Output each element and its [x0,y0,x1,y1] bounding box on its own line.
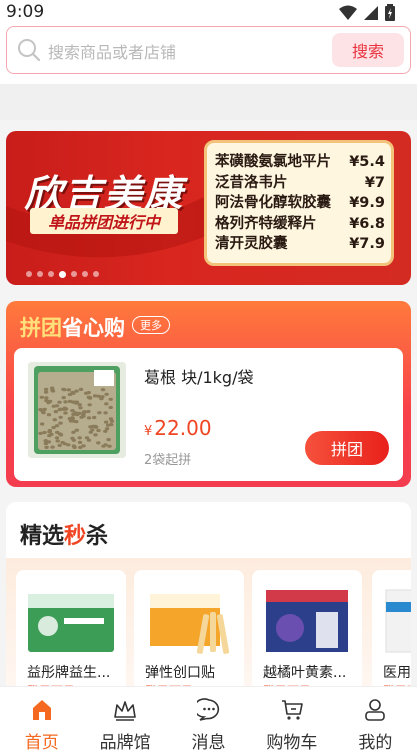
spacer [0,84,417,120]
message-icon [196,698,219,721]
flash-sale-section: 精选秒杀 益彤牌益生... 登录可见 弹性创口贴 登录可见 越橘叶黄素... 登… [6,502,411,692]
user-icon [365,699,386,721]
flash-item-name: 越橘叶黄素... [263,665,347,681]
pagination-dot[interactable] [37,271,43,277]
price-value: 22.00 [154,416,212,440]
product-name: 葛根 块/1kg/袋 [144,368,254,387]
bottom-nav: 首页 品牌馆 消息 购物车 我的 [0,686,417,756]
header: 搜索商品或者店铺 搜索 [0,26,417,84]
banner-pagination [26,271,99,278]
status-bar: 9:09 [0,0,417,26]
pagination-dot[interactable] [32,467,38,473]
nav-home[interactable]: 首页 [0,687,83,756]
pagination-dot[interactable] [43,467,49,473]
group-buy-section: 拼团省心购 更多 葛根 块/1kg/袋 ¥22.00 2袋起拼 拼团 [6,301,411,487]
pagination-dot[interactable] [54,467,60,473]
flash-sale-item[interactable]: 弹性创口贴 登录可见 [134,570,244,692]
search-icon [18,39,41,62]
banner-subtitle: 单品拼团进行中 [30,208,178,234]
flash-item-name: 医用 [383,665,411,681]
flash-title-part: 精选 [20,524,65,549]
promo-banner[interactable]: 欣吉美康 单品拼团进行中 苯磺酸氨氯地平片 ¥5.4 泛昔洛韦片 ¥7 阿法骨化醇软… [6,131,411,285]
flash-sale-item[interactable]: 医用 登录可见 [372,570,411,692]
drug-price: ¥5.4 [349,154,385,170]
nav-messages[interactable]: 消息 [167,687,250,756]
group-buy-pagination [20,467,71,474]
pagination-dot[interactable] [59,271,66,278]
product-price: ¥22.00 [144,416,212,440]
signal-icon [364,5,378,20]
nav-home-label: 首页 [24,733,59,753]
group-buy-title: 拼团省心购 [20,312,125,342]
flash-sale-item[interactable]: 益彤牌益生... 登录可见 [16,570,126,692]
flash-title-part: 杀 [86,524,109,549]
search-button[interactable]: 搜索 [332,33,404,67]
flash-sale-title: 精选秒杀 [20,518,108,550]
pagination-dot[interactable] [48,271,54,277]
nav-profile[interactable]: 我的 [334,687,417,756]
cart-icon [281,700,303,720]
pagination-dot[interactable] [20,467,27,474]
nav-brand-hall[interactable]: 品牌馆 [83,687,166,756]
drug-price: ¥9.9 [349,195,385,211]
probiotic-box-image [28,594,114,652]
currency-symbol: ¥ [144,424,153,439]
nav-cart[interactable]: 购物车 [250,687,333,756]
pagination-dot[interactable] [26,271,32,277]
banner-drug-row: 格列齐特缓释片 ¥6.8 [215,214,385,235]
medical-box-image [385,589,411,653]
drug-name: 格列齐特缓释片 [215,215,317,232]
flash-item-name: 益彤牌益生... [27,665,111,681]
flash-title-highlight: 秒 [64,524,87,549]
group-buy-title-rest: 省心购 [62,316,125,340]
search-placeholder: 搜索商品或者店铺 [48,43,177,62]
product-image [28,362,126,458]
drug-price: ¥7.9 [349,236,385,252]
pagination-dot[interactable] [82,271,88,277]
drug-name: 苯磺酸氨氯地平片 [215,154,331,170]
banner-drug-row: 苯磺酸氨氯地平片 ¥5.4 [215,152,385,173]
banner-drug-row: 阿法骨化醇软胶囊 ¥9.9 [215,193,385,214]
drug-name: 清开灵胶囊 [215,236,288,252]
pagination-dot[interactable] [65,467,71,473]
battery-icon [385,4,395,21]
status-time: 9:09 [6,2,45,22]
bandage-box-image [150,594,230,654]
lutein-box-image [266,590,348,652]
join-group-button[interactable]: 拼团 [305,431,389,465]
banner-drug-row: 泛昔洛韦片 ¥7 [215,173,385,194]
flash-item-name: 弹性创口贴 [145,665,215,681]
home-icon [32,700,51,720]
drug-name: 阿法骨化醇软胶囊 [215,195,331,211]
group-buy-more-button[interactable]: 更多 [132,316,170,334]
status-icons [339,4,395,21]
drug-name: 泛昔洛韦片 [215,174,288,191]
nav-profile-label: 我的 [358,733,393,753]
drug-price: ¥6.8 [349,215,385,232]
nav-cart-label: 购物车 [266,733,318,753]
group-buy-product-card[interactable]: 葛根 块/1kg/袋 ¥22.00 2袋起拼 拼团 [14,348,403,481]
banner-drug-row: 清开灵胶囊 ¥7.9 [215,234,385,255]
drug-price: ¥7 [364,174,385,191]
flash-sale-item[interactable]: 越橘叶黄素... 登录可见 [252,570,362,692]
nav-brand-hall-label: 品牌馆 [99,733,151,753]
pagination-dot[interactable] [93,271,99,277]
pagination-dot[interactable] [71,271,77,277]
wifi-icon [339,5,357,20]
nav-messages-label: 消息 [191,733,226,753]
crown-icon [114,701,136,721]
search-input[interactable]: 搜索商品或者店铺 搜索 [6,26,411,74]
banner-price-card: 苯磺酸氨氯地平片 ¥5.4 泛昔洛韦片 ¥7 阿法骨化醇软胶囊 ¥9.9 格列齐特缓释… [204,140,394,266]
product-min-order: 2袋起拼 [144,453,192,468]
group-buy-title-highlight: 拼团 [20,316,62,340]
